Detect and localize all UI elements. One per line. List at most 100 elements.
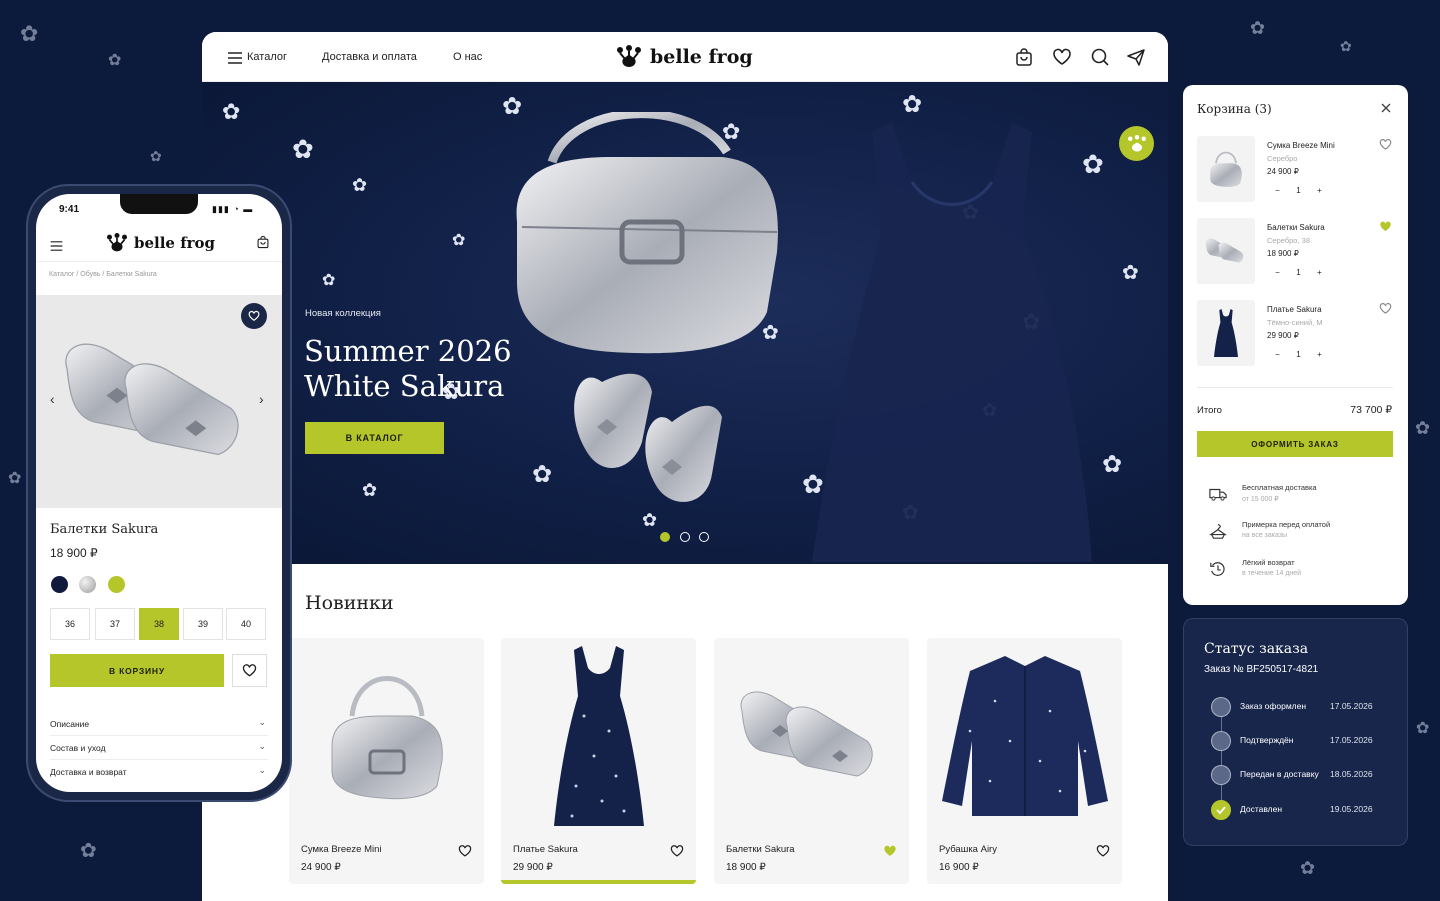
size-option[interactable]: 39	[183, 608, 223, 640]
color-swatch-navy[interactable]	[51, 576, 68, 593]
cart-item-name[interactable]: Балетки Sakura	[1267, 223, 1325, 232]
feature-subtitle: на все заказы	[1242, 532, 1288, 539]
checkout-button[interactable]: ОФОРМИТЬ ЗАКАЗ	[1197, 431, 1393, 457]
search-icon[interactable]	[1090, 47, 1110, 67]
hero-title: Summer 2026 White Sakura	[304, 334, 564, 404]
frog-logo-icon	[107, 233, 127, 252]
color-swatch-silver[interactable]	[79, 576, 96, 593]
product-card[interactable]: Рубашка Airy 16 900 ₽	[927, 638, 1122, 884]
size-option[interactable]: 37	[95, 608, 135, 640]
decrease-button[interactable]: −	[1267, 268, 1288, 277]
cart-item-thumbnail[interactable]	[1197, 300, 1255, 366]
product-image[interactable]	[927, 638, 1122, 833]
send-icon[interactable]	[1126, 47, 1146, 67]
cart-item-price: 18 900 ₽	[1267, 249, 1299, 258]
nav-about[interactable]: О нас	[453, 51, 482, 63]
brand-logo[interactable]: belle frog	[616, 45, 753, 69]
nav-catalog[interactable]: Каталог	[247, 51, 287, 63]
size-option-selected[interactable]: 38	[139, 608, 179, 640]
feature-item: Бесплатная доставка от 15 000 ₽	[1197, 483, 1397, 515]
size-option[interactable]: 40	[226, 608, 266, 640]
feature-title: Примерка перед оплатой	[1242, 520, 1331, 529]
feature-subtitle: от 15 000 ₽	[1242, 496, 1279, 503]
frog-badge-icon[interactable]	[1119, 126, 1154, 161]
heart-icon[interactable]	[458, 844, 472, 858]
product-card[interactable]: Сумка Breeze Mini 24 900 ₽	[289, 638, 484, 884]
size-option[interactable]: 36	[50, 608, 90, 640]
breadcrumb[interactable]: Каталог / Обувь / Балетки Sakura	[49, 271, 157, 278]
product-name[interactable]: Сумка Breeze Mini	[301, 844, 381, 855]
cart-item-variant: Серебро, 38	[1267, 236, 1310, 245]
cart-item: Балетки Sakura Серебро, 38 18 900 ₽ − 1 …	[1197, 218, 1397, 288]
product-card[interactable]: Платье Sakura 29 900 ₽	[501, 638, 696, 884]
phone-notch	[120, 194, 198, 214]
brand-logo[interactable]: belle frog	[106, 233, 215, 253]
desktop-window: Каталог Доставка и оплата О нас belle fr…	[202, 32, 1168, 901]
product-name[interactable]: Рубашка Airy	[939, 844, 997, 855]
product-image[interactable]	[501, 638, 696, 833]
accordion-delivery[interactable]: Доставка и возврат ⌄	[50, 760, 268, 784]
heart-filled-icon[interactable]	[883, 844, 897, 858]
color-swatch-lime[interactable]	[108, 576, 125, 593]
flower-icon: ✿	[352, 175, 368, 196]
chevron-right-icon[interactable]: ›	[259, 391, 264, 407]
heart-icon[interactable]	[1096, 844, 1110, 858]
product-image[interactable]	[714, 638, 909, 833]
close-icon[interactable]	[1379, 101, 1393, 115]
catalog-button[interactable]: В КАТАЛОГ	[305, 422, 444, 454]
accordion-care[interactable]: Состав и уход ⌄	[50, 736, 268, 760]
cart-item-name[interactable]: Сумка Breeze Mini	[1267, 141, 1335, 150]
bag-icon[interactable]	[256, 235, 270, 254]
decrease-button[interactable]: −	[1267, 350, 1288, 359]
truck-icon	[1209, 485, 1227, 503]
nav-delivery[interactable]: Доставка и оплата	[322, 51, 417, 63]
heart-icon[interactable]	[232, 654, 267, 687]
cart-item-name[interactable]: Платье Sakura	[1267, 305, 1322, 314]
heart-icon[interactable]	[1379, 302, 1392, 315]
check-icon	[1211, 800, 1231, 820]
add-to-cart-button[interactable]: В КОРЗИНУ	[50, 654, 224, 687]
heart-icon[interactable]	[1379, 138, 1392, 151]
product-price: 24 900 ₽	[301, 862, 341, 873]
hero-title-line: White Sakura	[304, 369, 505, 403]
accordion-label: Описание	[50, 719, 90, 729]
flower-icon: ✿	[1250, 18, 1266, 39]
heart-icon[interactable]	[670, 844, 684, 858]
feature-subtitle: в течение 14 дней	[1242, 570, 1302, 577]
cart-item-price: 24 900 ₽	[1267, 167, 1299, 176]
product-image[interactable]	[54, 327, 264, 477]
product-image[interactable]	[289, 638, 484, 833]
product-gallery: ‹ ›	[36, 295, 282, 508]
frog-logo-icon	[617, 45, 641, 67]
cart-item-thumbnail[interactable]	[1197, 218, 1255, 284]
brand-name: belle frog	[650, 46, 753, 68]
product-card[interactable]: Балетки Sakura 18 900 ₽	[714, 638, 909, 884]
accordion-description[interactable]: Описание ⌄	[50, 712, 268, 736]
increase-button[interactable]: +	[1309, 268, 1330, 277]
total-label: Итого	[1197, 405, 1222, 416]
decrease-button[interactable]: −	[1267, 186, 1288, 195]
step-date: 17.05.2026	[1330, 735, 1373, 745]
increase-button[interactable]: +	[1309, 186, 1330, 195]
step-label: Заказ оформлен	[1240, 701, 1307, 711]
slide-dot[interactable]	[699, 532, 709, 542]
hero-kicker: Новая коллекция	[305, 308, 381, 319]
menu-icon[interactable]	[228, 51, 242, 64]
phone-mockup: 9:41 ▮▮▮ ◔ ▬ belle frog Каталог / Обувь …	[28, 186, 290, 800]
cart-item-thumbnail[interactable]	[1197, 136, 1255, 202]
product-name[interactable]: Платье Sakura	[513, 844, 578, 855]
quantity-value: 1	[1296, 186, 1301, 195]
product-name[interactable]: Балетки Sakura	[726, 844, 795, 855]
hero-product-artwork	[516, 112, 778, 502]
slide-dot[interactable]	[680, 532, 690, 542]
step-circle-icon	[1211, 697, 1231, 717]
menu-icon[interactable]	[50, 238, 63, 256]
slide-dot-active[interactable]	[660, 532, 670, 542]
chevron-left-icon[interactable]: ‹	[50, 391, 55, 407]
heart-icon[interactable]	[241, 303, 267, 329]
bag-icon[interactable]	[1014, 47, 1034, 67]
increase-button[interactable]: +	[1309, 350, 1330, 359]
heart-icon[interactable]	[1052, 47, 1072, 67]
heart-filled-icon[interactable]	[1379, 220, 1392, 233]
status-step: Заказ оформлен 17.05.2026	[1202, 697, 1402, 717]
